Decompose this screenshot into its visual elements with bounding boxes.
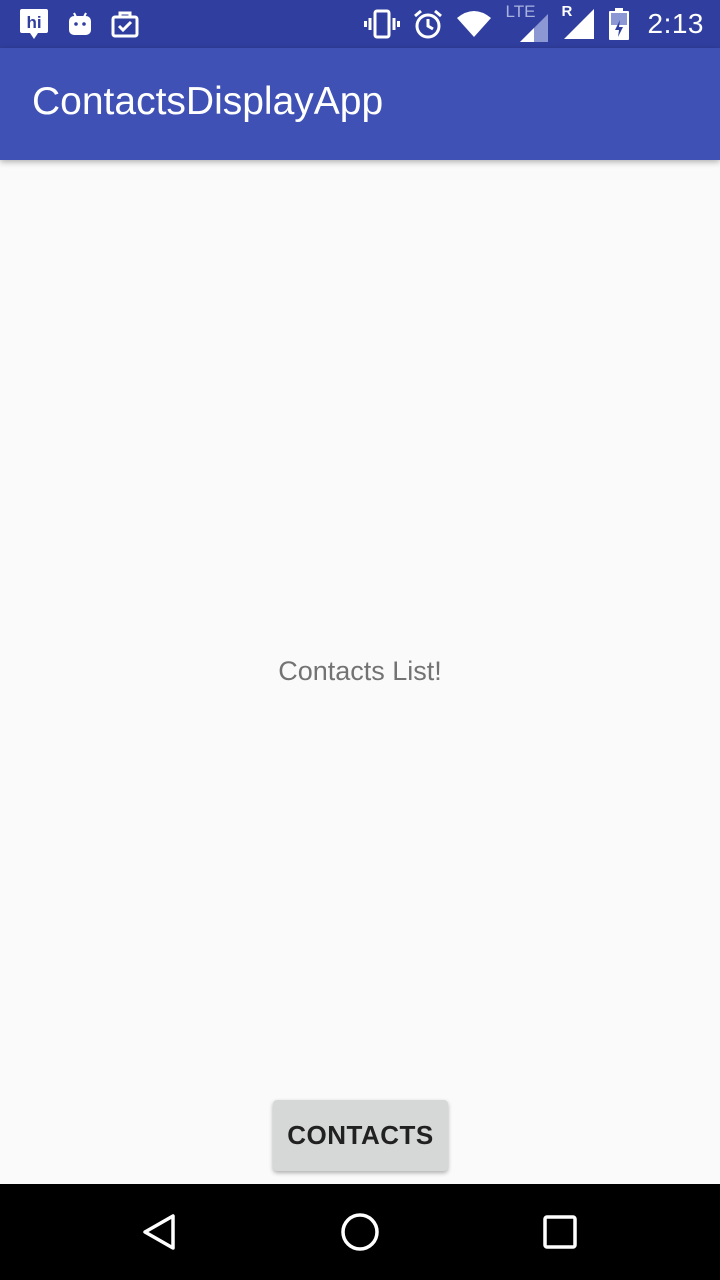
clipboard-check-icon (110, 9, 140, 39)
svg-text:hi: hi (26, 13, 41, 32)
roaming-label: R (561, 3, 573, 20)
status-bar: hi LTE R 2:13 (0, 0, 720, 48)
home-button[interactable] (312, 1184, 408, 1280)
app-bar: ContactsDisplayApp (0, 48, 720, 160)
lte-signal-icon: LTE (504, 2, 550, 44)
status-time: 2:13 (647, 8, 704, 39)
app-title: ContactsDisplayApp (32, 80, 384, 123)
roaming-signal-icon: R (562, 3, 596, 41)
vibrate-icon (363, 9, 400, 39)
hike-messenger-icon: hi (18, 7, 50, 41)
system-icons: LTE R 2:13 (363, 0, 705, 48)
back-button[interactable] (112, 1184, 208, 1280)
alarm-icon (412, 8, 444, 40)
app-screen: hi LTE R 2:13 ContactsDisplayApp Contact… (0, 0, 720, 1280)
navigation-bar (0, 1184, 720, 1280)
main-content: Contacts List! CONTACTS (0, 160, 720, 1184)
recents-square-icon (543, 1215, 577, 1249)
contacts-list-message: Contacts List! (278, 656, 442, 686)
recents-button[interactable] (512, 1184, 608, 1280)
home-circle-icon (341, 1213, 379, 1251)
back-triangle-icon (143, 1214, 175, 1250)
battery-icon (608, 7, 630, 41)
contacts-button[interactable]: CONTACTS (273, 1100, 448, 1171)
notification-icons: hi (18, 8, 140, 40)
wifi-icon (456, 10, 492, 38)
android-icon (66, 10, 94, 38)
